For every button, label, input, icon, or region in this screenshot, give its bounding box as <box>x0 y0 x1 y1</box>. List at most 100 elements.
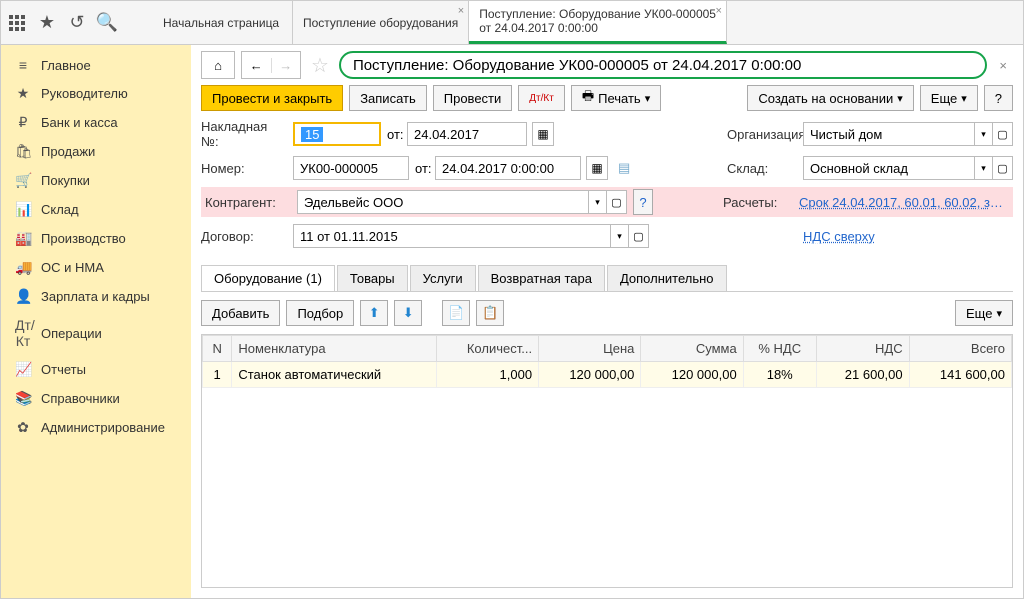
table-row[interactable]: 1Станок автоматический1,000120 000,00120… <box>203 362 1012 388</box>
settlements-link[interactable]: Срок 24.04.2017, 60.01, 60.02, зачет ... <box>799 195 1009 210</box>
from-label-1: от: <box>387 127 401 142</box>
sub-more-button[interactable]: Еще ▾ <box>955 300 1013 326</box>
counterparty-input[interactable]: Эдельвейс ООО <box>297 190 589 214</box>
paste-icon[interactable]: 📋 <box>476 300 504 326</box>
org-label: Организация: <box>707 127 797 142</box>
items-table[interactable]: NНоменклатураКоличест...ЦенаСумма% НДСНД… <box>201 334 1013 588</box>
number-date-input[interactable]: 24.04.2017 0:00:00 <box>435 156 581 180</box>
doc-tab[interactable]: Оборудование (1) <box>201 265 335 291</box>
open-icon[interactable]: ▢ <box>607 190 627 214</box>
column-header[interactable]: Цена <box>539 336 641 362</box>
copy-icon[interactable]: 📄 <box>442 300 470 326</box>
favorites-icon[interactable]: ★ <box>35 11 59 35</box>
move-down-icon[interactable]: ⬇ <box>394 300 422 326</box>
sidebar-icon: 👤 <box>15 288 31 305</box>
calendar-icon-2[interactable]: ▦ <box>586 156 608 180</box>
sidebar-icon: 🏭 <box>15 230 31 247</box>
sidebar-label: Покупки <box>41 173 90 188</box>
counterparty-label: Контрагент: <box>205 195 291 210</box>
column-header[interactable]: Всего <box>909 336 1011 362</box>
column-header[interactable]: N <box>203 336 232 362</box>
sidebar-item[interactable]: 🛒Покупки <box>1 166 191 195</box>
create-based-button[interactable]: Создать на основании ▾ <box>747 85 913 111</box>
sidebar-item[interactable]: 📈Отчеты <box>1 355 191 384</box>
column-header[interactable]: НДС <box>816 336 909 362</box>
apps-icon[interactable] <box>5 11 29 35</box>
more-button[interactable]: Еще ▾ <box>920 85 978 111</box>
sidebar-icon: ≡ <box>15 57 31 73</box>
search-icon[interactable]: 🔍 <box>95 11 119 35</box>
sidebar-label: Отчеты <box>41 362 86 377</box>
forward-icon: → <box>272 58 301 73</box>
sidebar-icon: 🛍 <box>15 143 31 160</box>
sidebar-item[interactable]: 📊Склад <box>1 195 191 224</box>
tab-close-icon[interactable]: × <box>716 5 722 17</box>
sidebar-item[interactable]: 🏭Производство <box>1 224 191 253</box>
org-input[interactable]: Чистый дом <box>803 122 975 146</box>
sidebar-label: Администрирование <box>41 420 165 435</box>
tab-close-icon[interactable]: × <box>458 5 464 17</box>
sidebar-item[interactable]: ★Руководителю <box>1 79 191 108</box>
sidebar-item[interactable]: ✿Администрирование <box>1 413 191 442</box>
move-up-icon[interactable]: ⬆ <box>360 300 388 326</box>
sidebar-label: Продажи <box>41 144 95 159</box>
star-icon[interactable]: ☆ <box>307 53 333 78</box>
from-label-2: от: <box>415 161 429 176</box>
chevron-down-icon[interactable]: ▾ <box>589 190 607 214</box>
nav-arrows[interactable]: ←→ <box>241 51 301 79</box>
invoice-no-input[interactable]: 15 <box>293 122 381 146</box>
doc-tab[interactable]: Услуги <box>410 265 476 291</box>
print-button[interactable]: 🖶 Печать ▾ <box>571 85 661 111</box>
sidebar-label: Операции <box>41 326 102 341</box>
page-title: Поступление: Оборудование УК00-000005 от… <box>339 51 987 79</box>
sidebar-item[interactable]: 🚚ОС и НМА <box>1 253 191 282</box>
sidebar-item[interactable]: 🛍 Продажи <box>1 137 191 166</box>
sidebar-label: Руководителю <box>41 86 128 101</box>
post-button[interactable]: Провести <box>433 85 513 111</box>
column-header[interactable]: Номенклатура <box>232 336 436 362</box>
doc-tab[interactable]: Товары <box>337 265 408 291</box>
counterparty-help-button[interactable]: ? <box>633 189 653 215</box>
back-icon[interactable]: ← <box>242 58 272 73</box>
doc-icon[interactable]: ▤ <box>614 160 630 176</box>
invoice-date-input[interactable]: 24.04.2017 <box>407 122 527 146</box>
doc-tab[interactable]: Дополнительно <box>607 265 727 291</box>
add-button[interactable]: Добавить <box>201 300 280 326</box>
pick-button[interactable]: Подбор <box>286 300 354 326</box>
vat-link[interactable]: НДС сверху <box>803 229 1013 244</box>
column-header[interactable]: Сумма <box>641 336 743 362</box>
dtkt-button[interactable]: Дт/Кт <box>518 85 565 111</box>
sidebar-item[interactable]: 👤Зарплата и кадры <box>1 282 191 311</box>
doc-tab[interactable]: Возвратная тара <box>478 265 605 291</box>
chevron-down-icon[interactable]: ▾ <box>975 122 993 146</box>
open-icon[interactable]: ▢ <box>993 156 1013 180</box>
open-icon[interactable]: ▢ <box>629 224 649 248</box>
number-input[interactable]: УК00-000005 <box>293 156 409 180</box>
number-label: Номер: <box>201 161 287 176</box>
post-close-button[interactable]: Провести и закрыть <box>201 85 343 111</box>
invoice-no-label: Накладная №: <box>201 119 287 149</box>
calendar-icon[interactable]: ▦ <box>532 122 554 146</box>
column-header[interactable]: Количест... <box>436 336 539 362</box>
history-icon[interactable]: ↺ <box>65 11 89 35</box>
top-tab[interactable]: Начальная страница <box>153 1 293 44</box>
sidebar-item[interactable]: ₽Банк и касса <box>1 108 191 137</box>
chevron-down-icon[interactable]: ▾ <box>975 156 993 180</box>
close-icon[interactable]: × <box>993 58 1013 73</box>
home-button[interactable]: ⌂ <box>201 51 235 79</box>
open-icon[interactable]: ▢ <box>993 122 1013 146</box>
warehouse-input[interactable]: Основной склад <box>803 156 975 180</box>
sidebar-icon: 🚚 <box>15 259 31 276</box>
sidebar-label: Справочники <box>41 391 120 406</box>
contract-input[interactable]: 11 от 01.11.2015 <box>293 224 611 248</box>
sidebar-item[interactable]: 📚Справочники <box>1 384 191 413</box>
column-header[interactable]: % НДС <box>743 336 816 362</box>
chevron-down-icon[interactable]: ▾ <box>611 224 629 248</box>
save-button[interactable]: Записать <box>349 85 427 111</box>
sidebar-item[interactable]: ≡Главное <box>1 51 191 79</box>
sidebar-item[interactable]: Дт/Кт Операции <box>1 311 191 355</box>
top-tab[interactable]: Поступление оборудования× <box>293 1 469 44</box>
help-button[interactable]: ? <box>984 85 1013 111</box>
top-tab[interactable]: Поступление: Оборудование УК00-000005от … <box>469 1 727 44</box>
sidebar-icon: Дт/Кт <box>15 317 31 349</box>
